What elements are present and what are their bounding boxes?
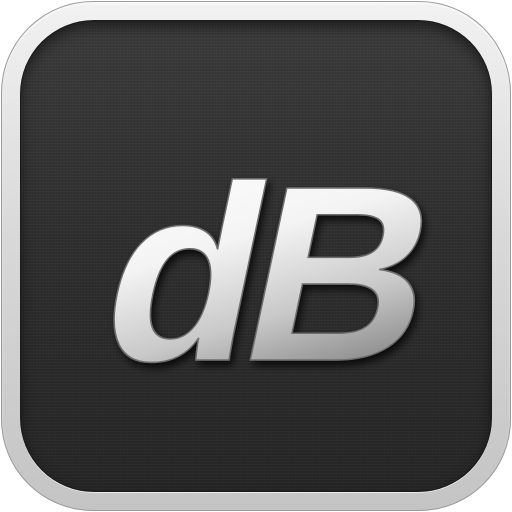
app-icon[interactable]: dB — [0, 0, 512, 512]
db-logo: dB — [81, 133, 453, 414]
db-logo-text: dB — [82, 134, 452, 414]
